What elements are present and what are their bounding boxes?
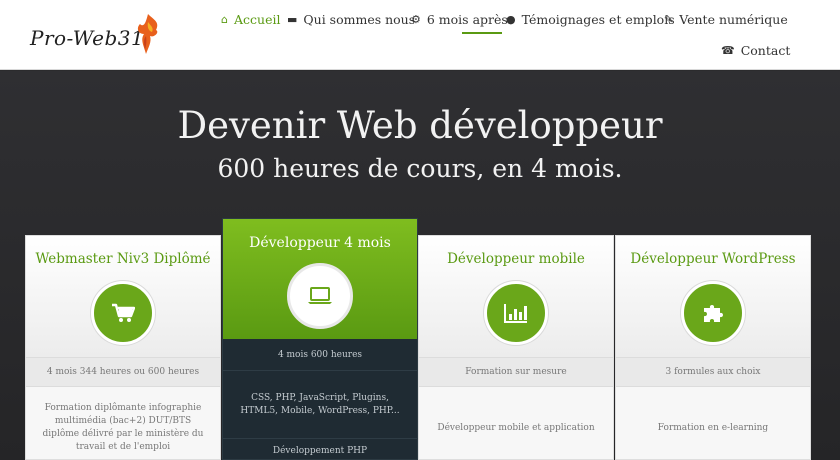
cogs-icon: ⚙ (411, 13, 421, 26)
card-icon-circle[interactable] (91, 281, 155, 345)
nav-item-contact[interactable]: ☎ Contact (721, 43, 790, 58)
card-title: Développeur WordPress (630, 251, 796, 267)
nav-item-6-mois-apres[interactable]: ⚙ 6 mois après (411, 12, 508, 27)
card-duration: 4 mois 344 heures ou 600 heures (26, 357, 220, 387)
card-extra: Développement PHP (272, 446, 368, 456)
nav-label: Accueil (233, 12, 281, 27)
users-icon: ● (506, 13, 516, 26)
hero-title: Devenir Web développeur (177, 104, 663, 147)
card-title: Développeur mobile (447, 251, 585, 267)
briefcase-icon: ▬ (287, 13, 298, 26)
course-card-wordpress[interactable]: Développeur WordPress 3 formules aux cho… (615, 235, 811, 460)
card-icon-circle[interactable] (681, 281, 745, 345)
laptop-icon (308, 287, 332, 304)
phone-icon: ☎ (721, 44, 735, 57)
nav-item-temoignages[interactable]: ● Témoignages et emplois (506, 12, 675, 27)
card-duration: 3 formules aux choix (616, 357, 810, 387)
site-header: Pro-Web31 ⌂ Accueil ▬ Qui sommes nous ⚙ … (0, 0, 840, 70)
logo-text: Pro-Web31 (30, 26, 145, 50)
active-indicator (462, 32, 502, 34)
nav-item-accueil[interactable]: ⌂ Accueil (221, 12, 280, 27)
card-description: Développeur mobile et application (437, 422, 595, 433)
nav-label: Témoignages et emplois (521, 12, 675, 27)
nav-item-vente-numerique[interactable]: ✎ Vente numérique (664, 12, 788, 27)
card-description: Formation diplômante infographie multimé… (42, 403, 204, 452)
card-title: Webmaster Niv3 Diplômé (35, 251, 211, 267)
nav-label: 6 mois après (426, 12, 508, 27)
bar-chart-icon (504, 304, 527, 323)
phoenix-icon (137, 14, 158, 54)
nav-label: Vente numérique (679, 12, 788, 27)
nav-label: Qui sommes nous (303, 12, 416, 27)
edit-icon: ✎ (664, 13, 674, 26)
home-icon: ⌂ (221, 13, 228, 26)
nav-label: Contact (740, 43, 791, 58)
shopping-cart-icon (112, 303, 135, 322)
course-card-developpeur-4-mois[interactable]: Développeur 4 mois 4 mois 600 heures CSS… (222, 218, 418, 460)
card-icon-circle[interactable] (287, 263, 353, 329)
main-nav: ⌂ Accueil ▬ Qui sommes nous ⚙ 6 mois apr… (213, 10, 813, 66)
nav-item-qui-sommes-nous[interactable]: ▬ Qui sommes nous (287, 12, 415, 27)
card-duration: 4 mois 600 heures (223, 341, 417, 371)
card-duration: Formation sur mesure (419, 357, 613, 387)
course-card-mobile[interactable]: Développeur mobile Formation sur mesure … (418, 235, 614, 460)
hero-subtitle: 600 heures de cours, en 4 mois. (217, 154, 623, 183)
site-logo[interactable]: Pro-Web31 (30, 12, 162, 58)
puzzle-piece-icon (704, 305, 723, 322)
card-description: CSS, PHP, JavaScript, Plugins, HTML5, Mo… (223, 371, 417, 439)
card-description: Formation en e-learning (657, 422, 769, 433)
card-title: Développeur 4 mois (249, 235, 391, 251)
card-icon-circle[interactable] (484, 281, 548, 345)
course-card-webmaster[interactable]: Webmaster Niv3 Diplômé 4 mois 344 heures… (25, 235, 221, 460)
